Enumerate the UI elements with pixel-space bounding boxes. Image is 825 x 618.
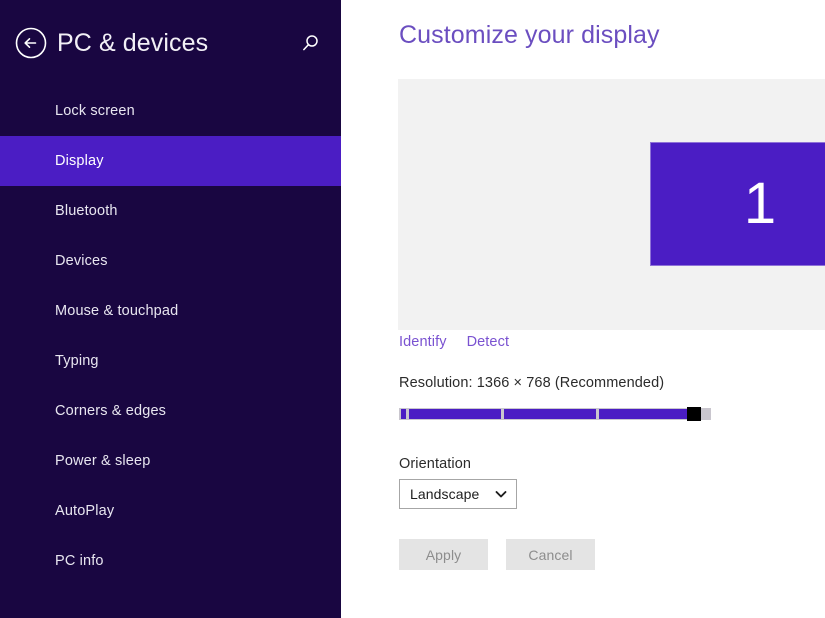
chevron-down-icon	[494, 487, 508, 501]
display-preview-area[interactable]: 1	[398, 79, 825, 330]
sidebar-item-pc-info[interactable]: PC info	[0, 536, 341, 586]
orientation-label: Orientation	[399, 456, 472, 472]
orientation-selected-value: Landscape	[410, 486, 480, 502]
main-content: Customize your display 1 Identify Detect…	[341, 0, 825, 618]
sidebar-nav-list: Lock screen Display Bluetooth Devices Mo…	[0, 86, 341, 586]
sidebar-item-label: AutoPlay	[55, 503, 115, 519]
resolution-slider[interactable]	[399, 407, 711, 421]
monitor-preview-1[interactable]: 1	[650, 142, 825, 266]
detect-link[interactable]: Detect	[467, 334, 510, 350]
apply-button[interactable]: Apply	[399, 539, 488, 570]
sidebar-item-power-sleep[interactable]: Power & sleep	[0, 436, 341, 486]
sidebar-item-display[interactable]: Display	[0, 136, 341, 186]
sidebar-item-label: Corners & edges	[55, 403, 167, 419]
sidebar-header: PC & devices	[0, 0, 341, 86]
orientation-dropdown[interactable]: Landscape	[399, 479, 517, 509]
slider-segment	[401, 409, 406, 419]
sidebar-item-label: Display	[55, 153, 104, 169]
preview-links: Identify Detect	[399, 334, 509, 350]
sidebar-item-lock-screen[interactable]: Lock screen	[0, 86, 341, 136]
sidebar-item-mouse-touchpad[interactable]: Mouse & touchpad	[0, 286, 341, 336]
slider-segment	[599, 409, 691, 419]
sidebar-item-corners-edges[interactable]: Corners & edges	[0, 386, 341, 436]
slider-segment	[409, 409, 501, 419]
identify-link[interactable]: Identify	[399, 334, 447, 350]
resolution-value-label: Resolution: 1366 × 768 (Recommended)	[399, 375, 665, 391]
pc-settings-window: PC & devices Lock screen Display Bluetoo…	[0, 0, 825, 618]
sidebar-item-devices[interactable]: Devices	[0, 236, 341, 286]
cancel-button[interactable]: Cancel	[506, 539, 595, 570]
sidebar-item-label: Lock screen	[55, 103, 135, 119]
page-title: PC & devices	[57, 29, 209, 57]
slider-thumb[interactable]	[687, 407, 701, 421]
sidebar-item-label: Power & sleep	[55, 453, 151, 469]
sidebar-item-label: Typing	[55, 353, 99, 369]
action-buttons: Apply Cancel	[399, 539, 595, 570]
sidebar-item-label: Devices	[55, 253, 108, 269]
content-heading: Customize your display	[399, 21, 660, 49]
sidebar-item-autoplay[interactable]: AutoPlay	[0, 486, 341, 536]
back-arrow-circle-icon[interactable]	[14, 26, 48, 60]
slider-segment	[504, 409, 596, 419]
monitor-number-label: 1	[743, 171, 777, 236]
sidebar-item-typing[interactable]: Typing	[0, 336, 341, 386]
sidebar-item-bluetooth[interactable]: Bluetooth	[0, 186, 341, 236]
sidebar-item-label: Bluetooth	[55, 203, 118, 219]
search-icon[interactable]	[298, 32, 322, 56]
sidebar: PC & devices Lock screen Display Bluetoo…	[0, 0, 341, 618]
sidebar-item-label: PC info	[55, 553, 104, 569]
sidebar-item-label: Mouse & touchpad	[55, 303, 179, 319]
